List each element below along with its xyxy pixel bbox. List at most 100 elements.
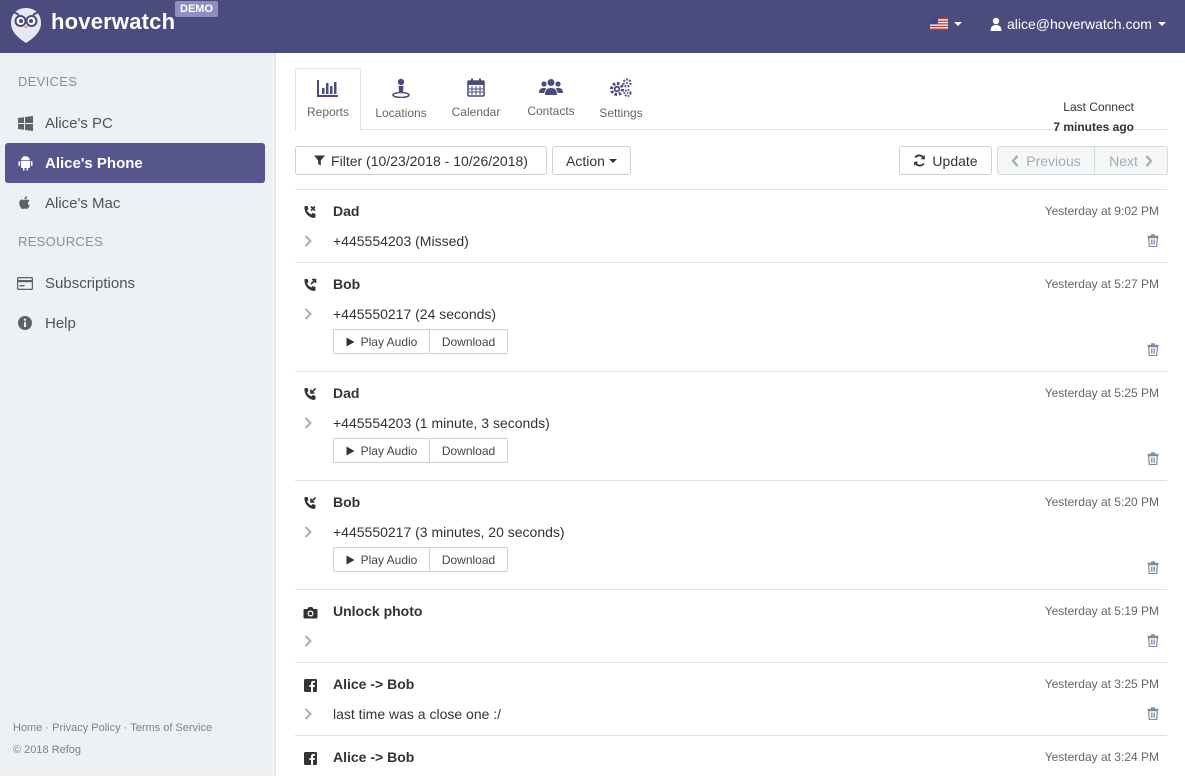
list-item[interactable]: Dad Yesterday at 9:02 PM +445554203 (Mis… [295,189,1167,262]
sidebar-item-alices-pc[interactable]: Alice's PC [5,103,265,143]
tab-contacts[interactable]: Contacts [515,68,587,130]
windows-icon [17,115,33,131]
list-item[interactable]: Alice -> Bob Yesterday at 3:24 PM [295,735,1167,779]
footer-separator: · [123,722,128,734]
tab-locations[interactable]: Locations [365,68,437,130]
play-audio-button[interactable]: Play Audio [334,330,430,353]
copyright: © 2018 Refog [13,744,82,756]
sidebar-item-subscriptions[interactable]: Subscriptions [5,263,265,303]
event-time: Yesterday at 3:24 PM [1044,750,1159,764]
last-connect-value: 7 minutes ago [1053,120,1134,134]
event-detail: last time was a close one :/ [333,706,502,722]
action-dropdown[interactable]: Action [552,146,631,175]
event-detail: +445554203 (Missed) [333,233,469,249]
language-dropdown[interactable] [930,18,962,30]
refresh-icon [914,154,926,167]
tab-label: Settings [599,106,643,120]
event-detail: +445554203 (1 minute, 3 seconds) [333,415,550,431]
event-title: Bob [333,276,361,292]
chevron-right-icon[interactable] [303,634,313,648]
chevron-left-icon [1011,154,1019,167]
trash-icon[interactable] [1147,634,1159,647]
update-label: Update [932,152,978,169]
users-icon [539,79,563,95]
chevron-right-icon[interactable] [303,525,313,539]
chevron-down-icon [608,158,617,163]
sidebar-item-alices-phone[interactable]: Alice's Phone [5,143,265,183]
footer-separator: · [45,722,50,734]
bar-chart-icon [317,80,338,97]
event-detail: +445550217 (3 minutes, 20 seconds) [333,524,565,540]
chevron-right-icon[interactable] [303,707,313,721]
event-time: Yesterday at 5:19 PM [1044,604,1159,618]
download-button[interactable]: Download [430,330,507,353]
facebook-icon [302,677,318,693]
brand-logo[interactable]: hoverwatch [10,6,175,44]
play-audio-button[interactable]: Play Audio [334,439,430,462]
trash-icon[interactable] [1147,452,1159,465]
phone-incoming-icon [302,386,318,402]
list-item[interactable]: Dad Yesterday at 5:25 PM +445554203 (1 m… [295,371,1167,480]
audio-controls: Play Audio Download [333,547,508,572]
event-title: Dad [333,385,360,401]
pagination: Previous Next [997,146,1168,175]
list-item[interactable]: Bob Yesterday at 5:27 PM +445550217 (24 … [295,262,1167,371]
trash-icon[interactable] [1147,234,1159,247]
event-time: Yesterday at 5:27 PM [1044,277,1159,291]
tab-reports[interactable]: Reports [295,68,361,131]
trash-icon[interactable] [1147,561,1159,574]
phone-missed-icon [302,204,318,220]
update-button[interactable]: Update [899,146,992,175]
filter-label: Filter (10/23/2018 - 10/26/2018) [331,152,528,169]
download-button[interactable]: Download [430,548,507,571]
demo-badge: DEMO [175,1,218,17]
next-button[interactable]: Next [1095,147,1167,174]
sidebar-item-label: Subscriptions [45,274,136,292]
play-icon [346,555,355,564]
sidebar-item-alices-mac[interactable]: Alice's Mac [5,183,265,223]
sidebar-item-label: Help [45,314,76,332]
trash-icon[interactable] [1147,343,1159,356]
last-connect-label: Last Connect [1063,100,1134,114]
footer-link-home[interactable]: Home [13,722,42,734]
top-navbar: hoverwatch DEMO alice@hoverwatch.com [0,0,1185,53]
footer-links: Home · Privacy Policy · Terms of Service [13,722,212,734]
last-connect: Last Connect 7 minutes ago [1053,97,1134,137]
filter-button[interactable]: Filter (10/23/2018 - 10/26/2018) [295,146,547,175]
play-audio-label: Play Audio [360,552,418,567]
devices-heading: DEVICES [18,74,78,89]
event-title: Unlock photo [333,603,423,619]
user-email: alice@hoverwatch.com [1007,16,1152,32]
footer-link-privacy[interactable]: Privacy Policy [52,722,120,734]
event-title: Dad [333,203,360,219]
trash-icon[interactable] [1147,707,1159,720]
list-item[interactable]: Unlock photo Yesterday at 5:19 PM [295,589,1167,662]
user-icon [990,17,1002,31]
phone-incoming-icon [302,495,318,511]
chevron-right-icon[interactable] [303,416,313,430]
chevron-right-icon[interactable] [303,307,313,321]
tab-label: Locations [375,106,427,120]
tab-settings[interactable]: Settings [585,68,657,130]
tab-calendar[interactable]: Calendar [440,68,512,130]
sidebar-item-help[interactable]: Help [5,303,265,343]
list-item[interactable]: Bob Yesterday at 5:20 PM +445550217 (3 m… [295,480,1167,589]
android-icon [17,155,33,171]
footer-link-terms[interactable]: Terms of Service [130,722,212,734]
event-time: Yesterday at 3:25 PM [1044,677,1159,691]
tab-label: Calendar [451,105,501,119]
user-menu[interactable]: alice@hoverwatch.com [990,16,1166,32]
previous-button[interactable]: Previous [998,147,1095,174]
download-button[interactable]: Download [430,439,507,462]
list-item[interactable]: Alice -> Bob Yesterday at 3:25 PM last t… [295,662,1167,735]
event-time: Yesterday at 5:20 PM [1044,495,1159,509]
play-audio-button[interactable]: Play Audio [334,548,430,571]
facebook-icon [302,750,318,766]
previous-label: Previous [1026,152,1081,169]
chevron-right-icon[interactable] [303,234,313,248]
event-title: Alice -> Bob [333,676,415,692]
event-title: Alice -> Bob [333,749,415,765]
chevron-right-icon [1145,154,1153,167]
credit-card-icon [17,275,33,291]
tab-label: Reports [306,105,350,119]
